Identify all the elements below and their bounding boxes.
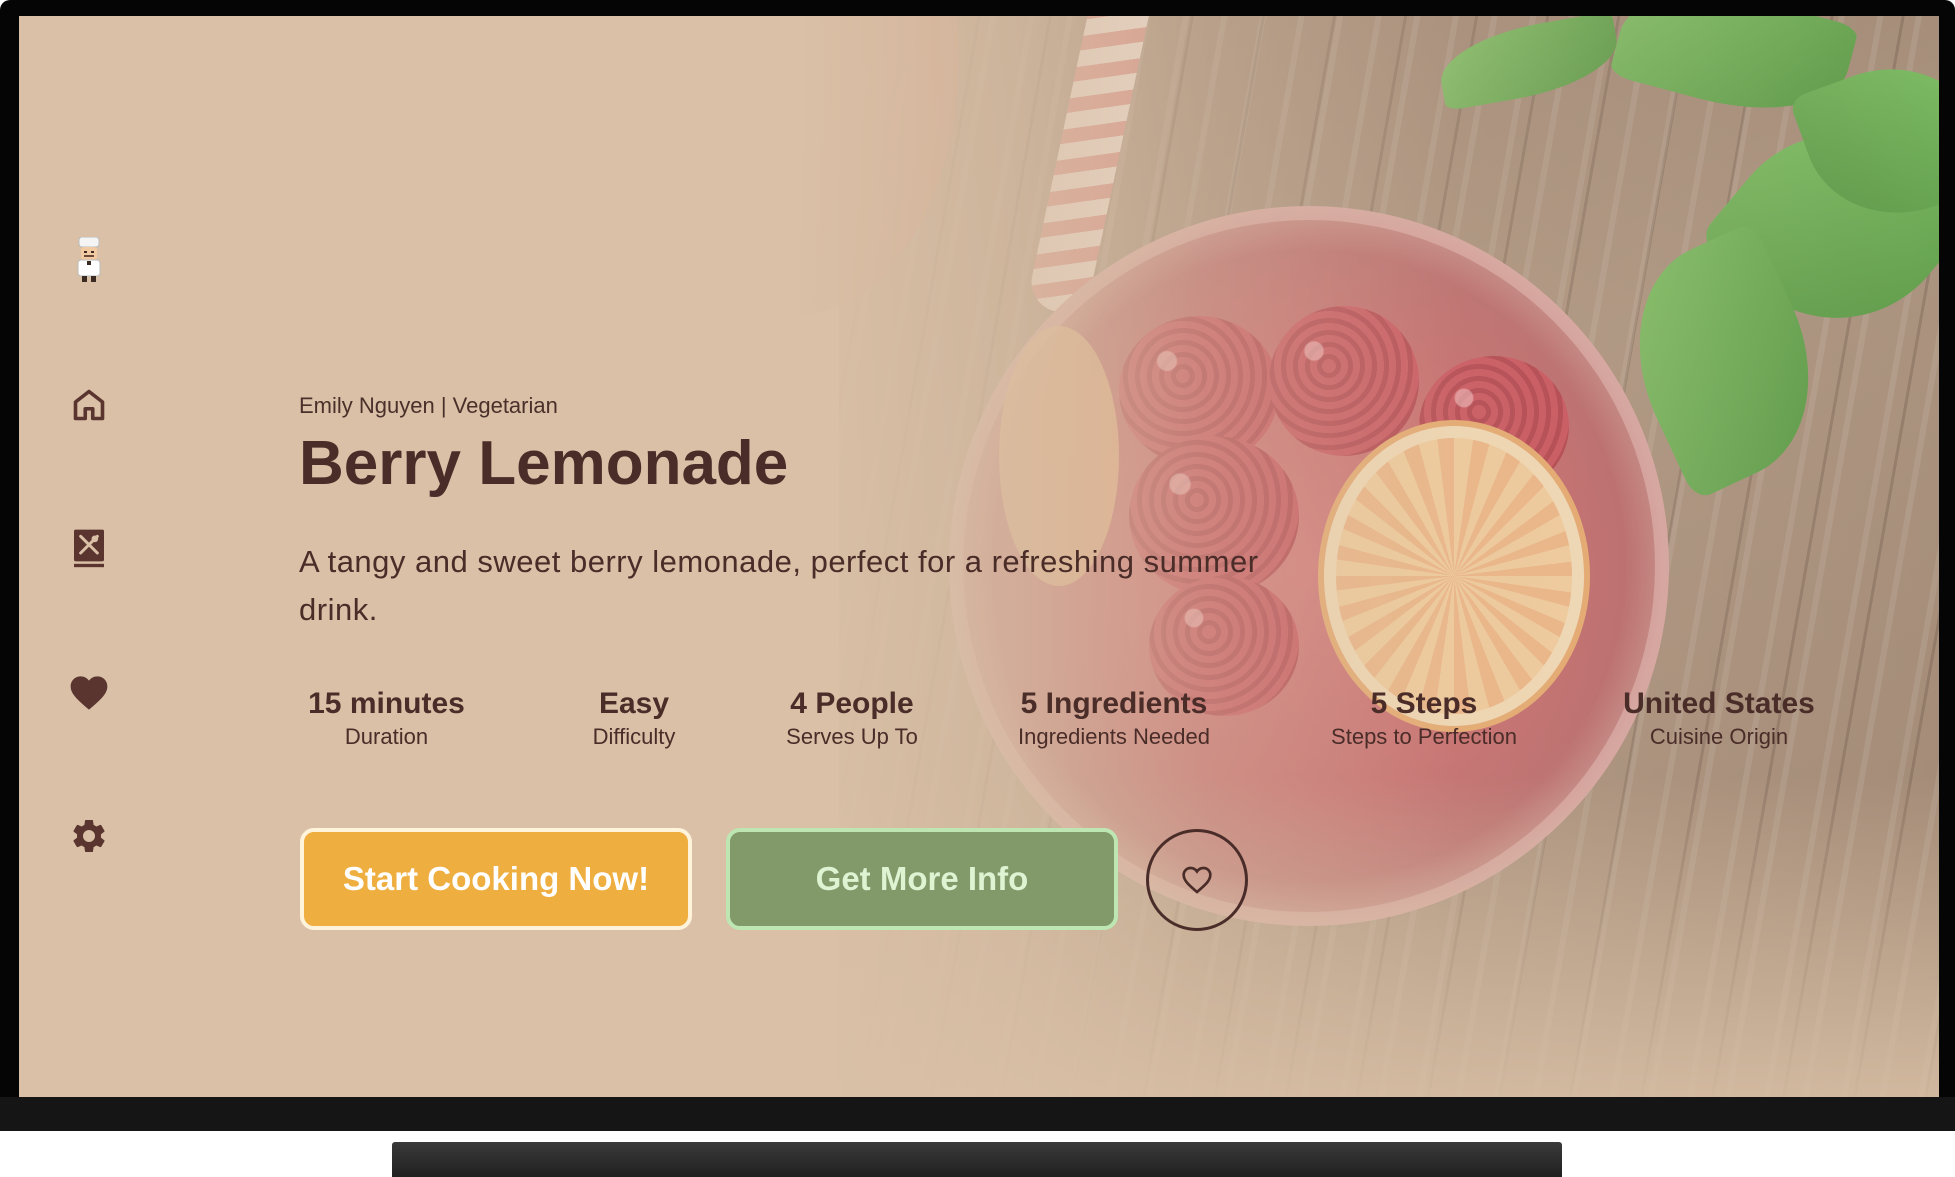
- stat-duration: 15 minutes Duration: [299, 686, 474, 752]
- tv-screen: Emily Nguyen | Vegetarian Berry Lemonade…: [19, 16, 1939, 1097]
- recipe-byline: Emily Nguyen | Vegetarian: [299, 393, 558, 418]
- recipe-description: A tangy and sweet berry lemonade, perfec…: [299, 544, 1259, 627]
- stat-ingredients: 5 Ingredients Ingredients Needed: [994, 686, 1234, 752]
- stat-value: 4 People: [790, 687, 914, 720]
- recipe-book-icon[interactable]: [69, 528, 109, 568]
- stat-value: 5 Ingredients: [1020, 687, 1208, 720]
- recipe-title: Berry Lemonade: [299, 429, 789, 498]
- stat-label: Cuisine Origin: [1649, 724, 1789, 749]
- home-icon[interactable]: [69, 385, 109, 425]
- stat-steps: 5 Steps Steps to Perfection: [1304, 686, 1544, 752]
- stat-label: Ingredients Needed: [1017, 724, 1211, 749]
- stat-label: Steps to Perfection: [1331, 724, 1517, 749]
- stat-cuisine: United States Cuisine Origin: [1609, 686, 1829, 752]
- stat-value: United States: [1623, 687, 1815, 720]
- stat-label: Duration: [344, 724, 429, 749]
- stat-label: Difficulty: [592, 724, 676, 749]
- stat-value: 15 minutes: [308, 687, 465, 720]
- heart-icon[interactable]: [69, 673, 109, 713]
- stat-servings: 4 People Serves Up To: [757, 686, 947, 752]
- heart-outline-icon: [1182, 866, 1212, 894]
- start-cooking-button[interactable]: Start Cooking Now!: [300, 828, 692, 930]
- get-more-info-button[interactable]: Get More Info: [726, 828, 1118, 930]
- stat-value: 5 Steps: [1370, 687, 1478, 720]
- gear-icon[interactable]: [69, 816, 109, 856]
- stat-difficulty: Easy Difficulty: [559, 686, 709, 752]
- stat-value: Easy: [598, 687, 670, 720]
- tv-chin: [0, 1097, 1955, 1131]
- favorite-button[interactable]: [1146, 829, 1248, 931]
- stat-label: Serves Up To: [786, 724, 918, 749]
- tv-stand: [392, 1142, 1562, 1177]
- chef-avatar-icon[interactable]: [69, 237, 109, 282]
